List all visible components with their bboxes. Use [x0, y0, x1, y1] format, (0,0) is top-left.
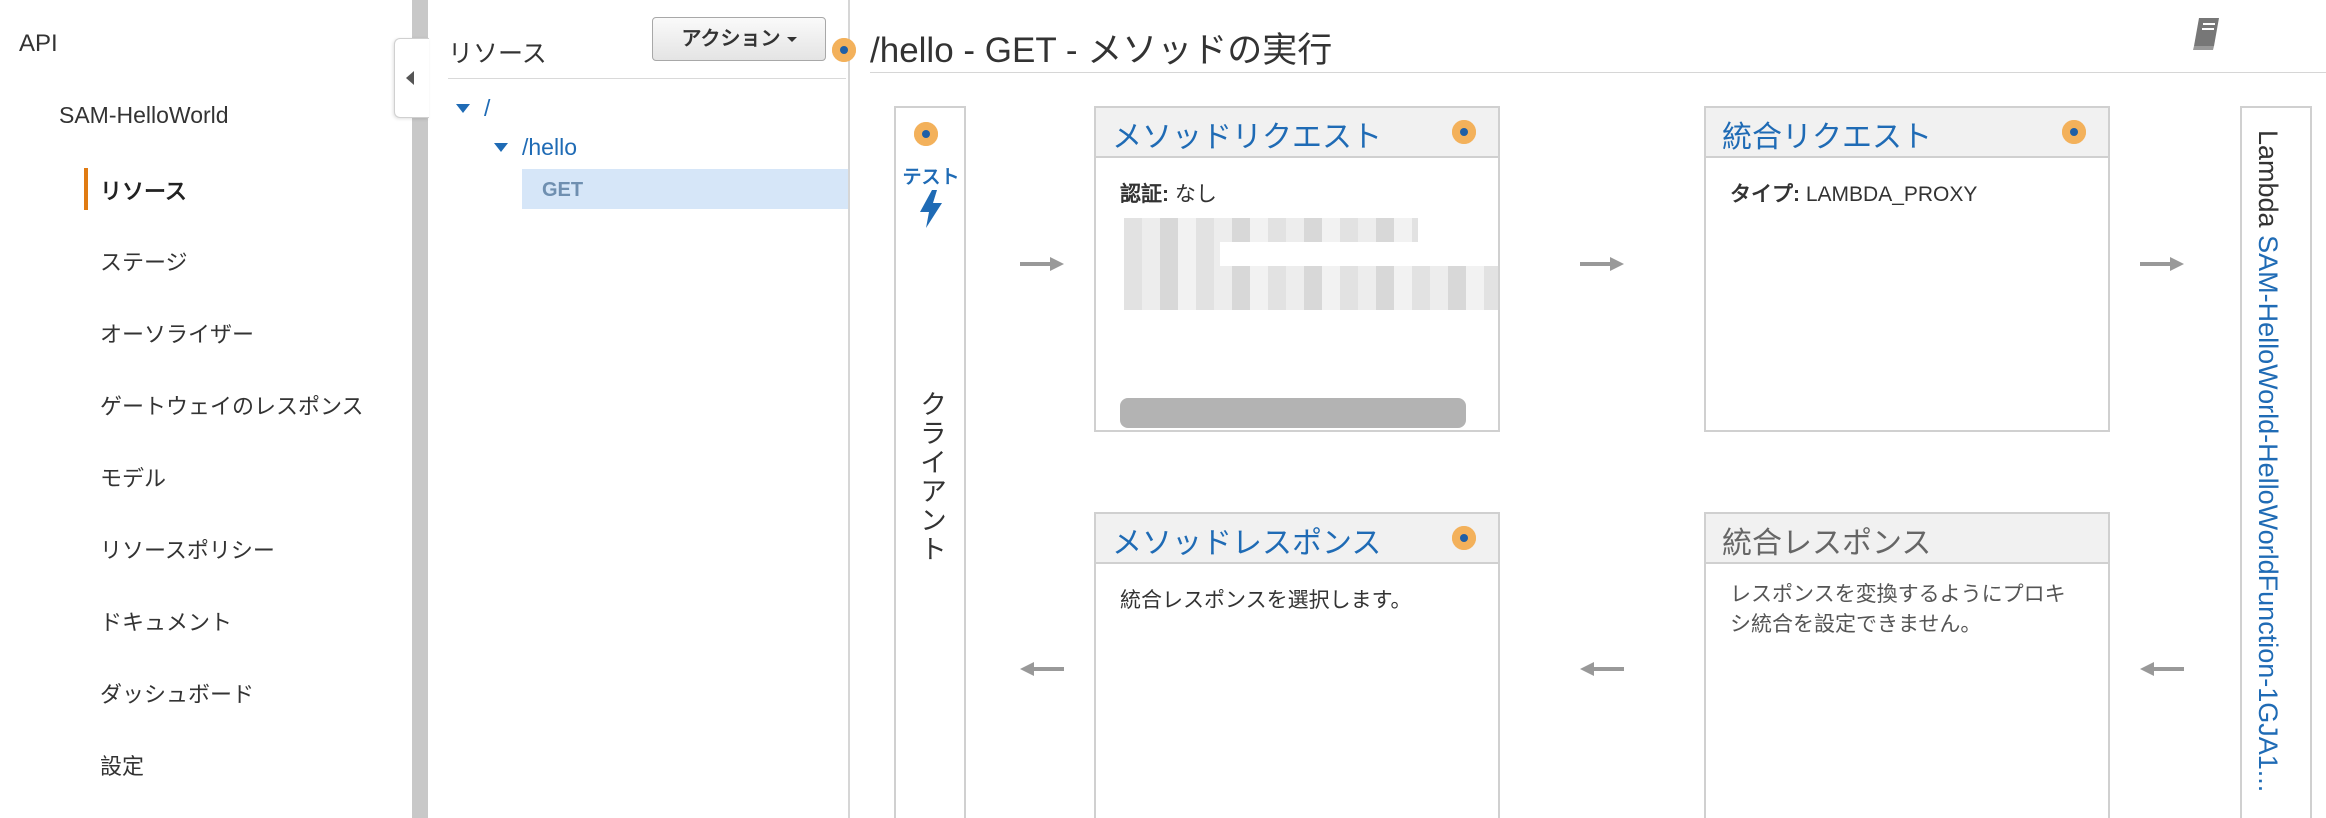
integration-response-line: シ統合を設定できません。 — [1730, 613, 1982, 636]
nav-item-resource-policy[interactable]: リソースポリシー — [100, 533, 275, 565]
horizontal-scrollbar[interactable] — [1120, 398, 1466, 428]
arrow-left-icon — [1020, 662, 1064, 676]
integration-type-value: LAMBDA_PROXY — [1805, 183, 1978, 206]
divider — [448, 78, 846, 79]
info-icon[interactable] — [832, 38, 856, 62]
collapse-nav-button[interactable] — [394, 38, 429, 118]
integration-response-title: 統合レスポンス — [1722, 527, 1932, 560]
nav-item-settings[interactable]: 設定 — [100, 749, 144, 781]
tree-node-root[interactable]: / — [484, 95, 490, 122]
auth-row: 認証: なし — [1120, 178, 1217, 208]
bolt-icon[interactable] — [918, 190, 944, 228]
nav-item-resources[interactable]: リソース — [100, 174, 187, 206]
nav-app-name[interactable]: SAM-HelloWorld — [59, 102, 229, 129]
tree-node-get-label: GET — [542, 179, 584, 201]
integration-type-row: タイプ: LAMBDA_PROXY — [1730, 178, 1977, 208]
arrow-left-icon — [2140, 662, 2184, 676]
actions-dropdown-button[interactable]: アクション — [652, 17, 826, 61]
left-navigation: API SAM-HelloWorld リソース ステージ オーソライザー ゲート… — [0, 0, 410, 818]
info-icon[interactable] — [2062, 120, 2086, 144]
nav-item-dashboard[interactable]: ダッシュボード — [100, 677, 254, 709]
page-title: /hello - GET - メソッドの実行 — [870, 31, 1333, 70]
resource-tree-title: リソース — [448, 40, 547, 68]
method-response-title[interactable]: メソッドレスポンス — [1112, 518, 1381, 562]
integration-response-line: レスポンスを変換するようにプロキ — [1730, 583, 2066, 606]
lambda-function-link[interactable]: SAM-HelloWorld-HelloWorldFunction-1GJA1.… — [2253, 235, 2283, 792]
test-link[interactable]: テスト — [899, 162, 963, 189]
integration-request-title[interactable]: 統合リクエスト — [1722, 112, 1932, 156]
lambda-target: Lambda SAM-HelloWorld-HelloWorldFunction… — [2252, 130, 2283, 792]
nav-item-stages[interactable]: ステージ — [100, 245, 188, 277]
arrow-right-icon — [2140, 257, 2184, 271]
divider — [870, 72, 2326, 73]
tree-node-hello[interactable]: /hello — [522, 134, 577, 161]
resource-tree-panel — [430, 0, 850, 818]
nav-item-authorizers[interactable]: オーソライザー — [100, 317, 254, 349]
nav-api-link[interactable]: API — [19, 30, 58, 58]
client-label: クライアント — [916, 390, 946, 564]
method-response-text: 統合レスポンスを選択します。 — [1120, 589, 1412, 612]
nav-item-models[interactable]: モデル — [100, 461, 166, 493]
book-icon[interactable] — [2190, 14, 2226, 54]
nav-active-indicator — [84, 168, 88, 210]
redacted-content — [1124, 242, 1220, 266]
actions-button-label: アクション — [681, 28, 781, 50]
caret-down-icon — [786, 37, 797, 43]
integration-response-text: レスポンスを変換するようにプロキ シ統合を設定できません。 — [1730, 580, 2066, 640]
arrow-right-icon — [1020, 257, 1064, 271]
nav-item-documentation[interactable]: ドキュメント — [100, 605, 232, 637]
info-icon[interactable] — [1452, 526, 1476, 550]
expand-arrow-icon[interactable] — [456, 104, 470, 113]
info-icon[interactable] — [914, 122, 938, 146]
method-request-title[interactable]: メソッドリクエスト — [1112, 112, 1382, 156]
auth-value: なし — [1174, 183, 1217, 206]
nav-item-gateway-responses[interactable]: ゲートウェイのレスポンス — [100, 389, 364, 421]
nav-divider[interactable] — [412, 0, 428, 818]
expand-arrow-icon[interactable] — [494, 143, 508, 152]
redacted-content — [1124, 218, 1418, 242]
info-icon[interactable] — [1452, 120, 1476, 144]
auth-label: 認証: — [1120, 183, 1169, 206]
collapse-icon — [406, 71, 414, 85]
redacted-content — [1124, 266, 1498, 310]
integration-type-label: タイプ: — [1730, 183, 1800, 206]
lambda-label: Lambda — [2253, 130, 2283, 228]
arrow-left-icon — [1580, 662, 1624, 676]
arrow-right-icon — [1580, 257, 1624, 271]
